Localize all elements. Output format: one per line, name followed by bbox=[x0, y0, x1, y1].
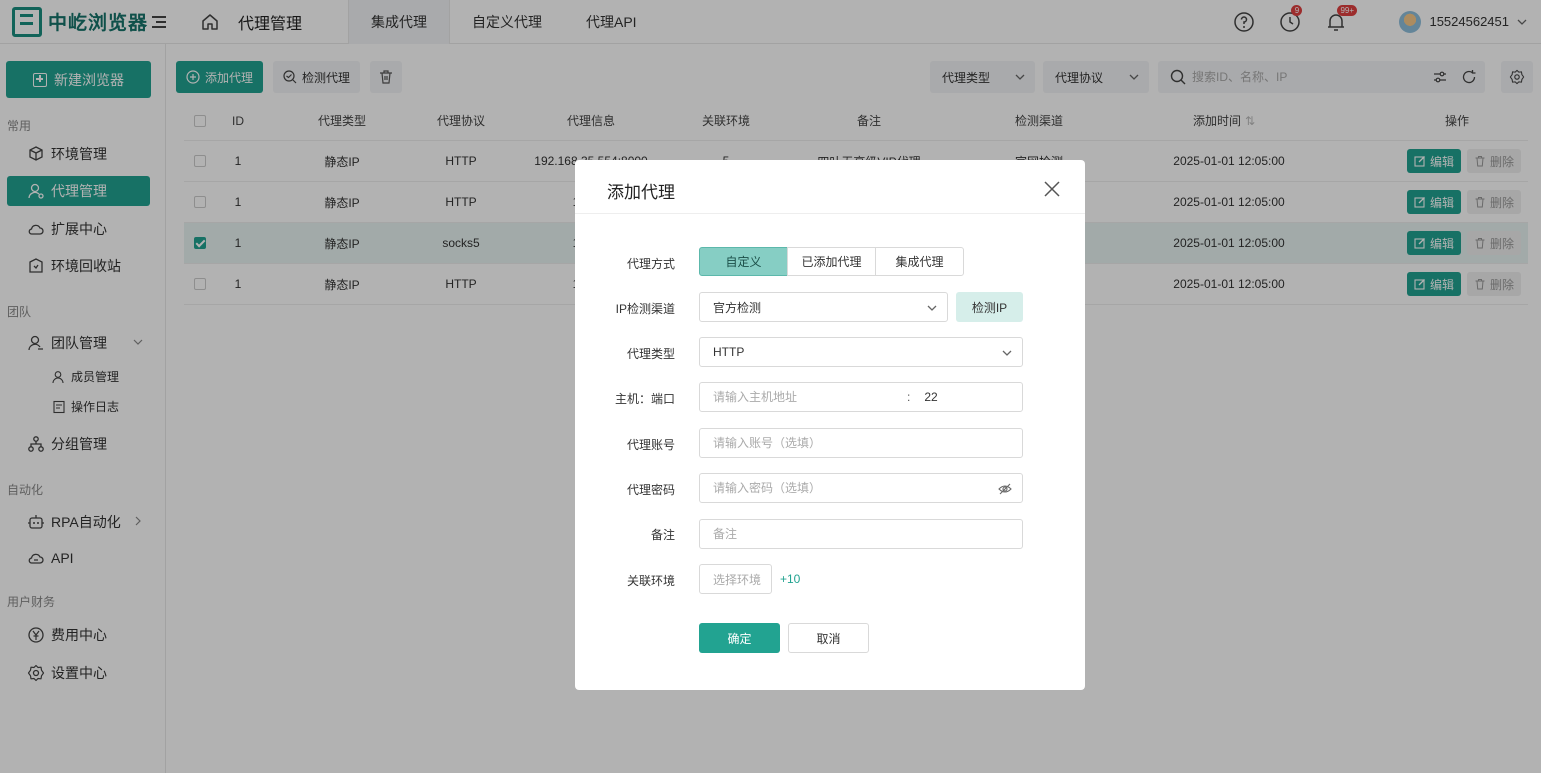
modal-title: 添加代理 bbox=[607, 183, 675, 202]
proxy-type-select-value: HTTP bbox=[713, 345, 745, 359]
channel-select[interactable]: 官方检测 bbox=[699, 292, 948, 322]
account-label: 代理账号 bbox=[626, 438, 675, 452]
host-label: 主机：端口 bbox=[614, 392, 675, 406]
note-field bbox=[699, 519, 1023, 549]
mode-added-proxy-button[interactable]: 已添加代理 bbox=[787, 247, 876, 276]
modal-divider bbox=[575, 213, 1085, 214]
add-proxy-modal: 添加代理 代理方式 自定义 已添加代理 集成代理 IP检测渠道 官方检测 检测I… bbox=[575, 160, 1085, 690]
password-field bbox=[699, 473, 1023, 503]
channel-label: IP检测渠道 bbox=[615, 302, 675, 316]
password-label: 代理密码 bbox=[626, 483, 675, 497]
close-icon[interactable] bbox=[1043, 180, 1061, 198]
eye-off-icon[interactable] bbox=[998, 482, 1012, 496]
mode-label: 代理方式 bbox=[626, 257, 675, 271]
cancel-button[interactable]: 取消 bbox=[788, 623, 869, 653]
mode-integrated-proxy-button[interactable]: 集成代理 bbox=[875, 247, 964, 276]
detect-ip-button[interactable]: 检测IP bbox=[956, 292, 1023, 322]
chevron-down-icon bbox=[927, 305, 937, 311]
note-input[interactable] bbox=[713, 527, 1022, 541]
confirm-button[interactable]: 确定 bbox=[699, 623, 780, 653]
port-separator: : bbox=[907, 390, 911, 404]
channel-select-value: 官方检测 bbox=[713, 300, 762, 315]
account-input[interactable] bbox=[713, 436, 1022, 450]
env-more-count[interactable]: +10 bbox=[780, 572, 800, 586]
account-field bbox=[699, 428, 1023, 458]
port-input[interactable] bbox=[924, 390, 1005, 404]
select-env-button[interactable]: 选择环境 bbox=[699, 564, 772, 594]
mode-custom-button[interactable]: 自定义 bbox=[699, 247, 788, 276]
proxy-type-select[interactable]: HTTP bbox=[699, 337, 1023, 367]
host-input[interactable] bbox=[713, 390, 903, 404]
proxy-mode-segment: 自定义 已添加代理 集成代理 bbox=[699, 247, 964, 276]
type-label: 代理类型 bbox=[626, 347, 675, 361]
chevron-down-icon bbox=[1002, 350, 1012, 356]
env-label: 关联环境 bbox=[626, 574, 675, 588]
password-input[interactable] bbox=[713, 481, 983, 495]
note-label: 备注 bbox=[650, 528, 675, 542]
host-port-field: : bbox=[699, 382, 1023, 412]
